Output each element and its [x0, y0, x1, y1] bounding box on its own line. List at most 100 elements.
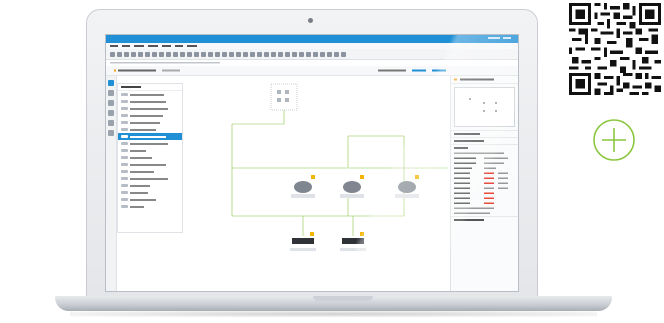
toolbar-button[interactable] — [243, 51, 248, 57]
device-icon — [121, 191, 128, 194]
palette-item[interactable] — [118, 105, 182, 112]
toolbar-button[interactable] — [299, 51, 304, 57]
toolbar-button[interactable] — [313, 51, 318, 57]
device-icon — [121, 128, 128, 131]
palette-item[interactable] — [118, 140, 182, 147]
palette-item[interactable] — [118, 112, 182, 119]
device-icon — [121, 121, 128, 124]
diagram-node-ap0[interactable] — [291, 175, 315, 198]
device-icon — [121, 93, 128, 96]
laptop-screen — [105, 34, 519, 292]
diagram-canvas[interactable] — [182, 76, 450, 291]
toolbar-button[interactable] — [222, 51, 227, 57]
palette-item-selected[interactable] — [118, 133, 182, 140]
toolbar-button[interactable] — [215, 51, 220, 57]
breadcrumb[interactable] — [114, 66, 194, 75]
device-icon — [121, 142, 128, 145]
rail-palette-icon[interactable] — [108, 80, 114, 86]
diagram-node-ap2[interactable] — [395, 175, 419, 198]
toolbar-button[interactable] — [271, 51, 276, 57]
toolbar-button[interactable] — [250, 51, 255, 57]
palette-item[interactable] — [118, 168, 182, 175]
minimap[interactable] — [454, 87, 515, 127]
panel-section[interactable] — [451, 216, 518, 223]
toolbar-button[interactable] — [180, 51, 185, 57]
toolbar-button[interactable] — [208, 51, 213, 57]
toolbar-button[interactable] — [236, 51, 241, 57]
device-icon — [121, 163, 128, 166]
palette-item[interactable] — [118, 98, 182, 105]
toolbar-button[interactable] — [173, 51, 178, 57]
device-icon — [121, 184, 128, 187]
toolbar-button[interactable] — [145, 51, 150, 57]
toolbar-button[interactable] — [278, 51, 283, 57]
device-icon — [121, 107, 128, 110]
laptop-notch — [313, 296, 373, 301]
document-bar — [106, 66, 518, 76]
palette-item[interactable] — [118, 203, 182, 210]
plus-circle-icon[interactable] — [592, 118, 636, 162]
rail-tools-icon[interactable] — [108, 110, 114, 116]
palette-item[interactable] — [118, 175, 182, 182]
panel-section[interactable] — [451, 144, 518, 151]
left-rail — [106, 76, 117, 291]
laptop-lid — [86, 9, 538, 299]
laptop-shadow — [70, 311, 597, 317]
view-options[interactable] — [378, 66, 448, 75]
toolbar-button[interactable] — [341, 51, 346, 57]
qr-code-icon — [569, 3, 661, 95]
toolbar-button[interactable] — [138, 51, 143, 57]
webcam-icon — [308, 18, 313, 23]
toolbar-button[interactable] — [292, 51, 297, 57]
device-icon — [121, 198, 128, 201]
laptop-base — [55, 296, 612, 311]
diagram-node-ap1[interactable] — [340, 175, 364, 198]
device-icon — [121, 114, 128, 117]
toolbar-button[interactable] — [320, 51, 325, 57]
palette-item[interactable] — [118, 119, 182, 126]
component-palette — [117, 83, 183, 233]
panel-section[interactable] — [451, 137, 518, 144]
diagram-node-top[interactable] — [270, 83, 298, 111]
toolbar-button[interactable] — [327, 51, 332, 57]
toolbar-button[interactable] — [334, 51, 339, 57]
toolbar-button[interactable] — [306, 51, 311, 57]
rail-settings-icon[interactable] — [108, 100, 114, 106]
device-icon — [121, 149, 128, 152]
palette-item[interactable] — [118, 126, 182, 133]
device-icon — [121, 135, 128, 138]
rail-layers-icon[interactable] — [108, 90, 114, 96]
toolbar-button[interactable] — [257, 51, 262, 57]
app-titlebar — [106, 35, 518, 43]
toolbar-button[interactable] — [110, 51, 115, 57]
palette-item[interactable] — [118, 154, 182, 161]
toolbar-button[interactable] — [166, 51, 171, 57]
palette-header — [118, 84, 182, 91]
toolbar-button[interactable] — [187, 51, 192, 57]
palette-item[interactable] — [118, 91, 182, 98]
toolbar-button[interactable] — [124, 51, 129, 57]
palette-item[interactable] — [118, 196, 182, 203]
toolbar-button[interactable] — [194, 51, 199, 57]
palette-item[interactable] — [118, 147, 182, 154]
palette-item[interactable] — [118, 189, 182, 196]
rail-export-icon[interactable] — [108, 130, 114, 136]
toolbar-button[interactable] — [131, 51, 136, 57]
toolbar-button[interactable] — [152, 51, 157, 57]
panel-header — [451, 76, 518, 84]
device-icon — [121, 205, 128, 208]
toolbar-button[interactable] — [285, 51, 290, 57]
palette-item[interactable] — [118, 182, 182, 189]
toolbar-button[interactable] — [229, 51, 234, 57]
device-icon — [121, 170, 128, 173]
toolbar-button[interactable] — [117, 51, 122, 57]
toolbar-button[interactable] — [201, 51, 206, 57]
device-icon — [121, 177, 128, 180]
toolbar-button[interactable] — [264, 51, 269, 57]
panel-section[interactable] — [451, 130, 518, 137]
rail-graph-icon[interactable] — [108, 120, 114, 126]
properties-panel — [450, 76, 518, 291]
toolbar-button[interactable] — [159, 51, 164, 57]
device-icon — [121, 100, 128, 103]
palette-item[interactable] — [118, 161, 182, 168]
